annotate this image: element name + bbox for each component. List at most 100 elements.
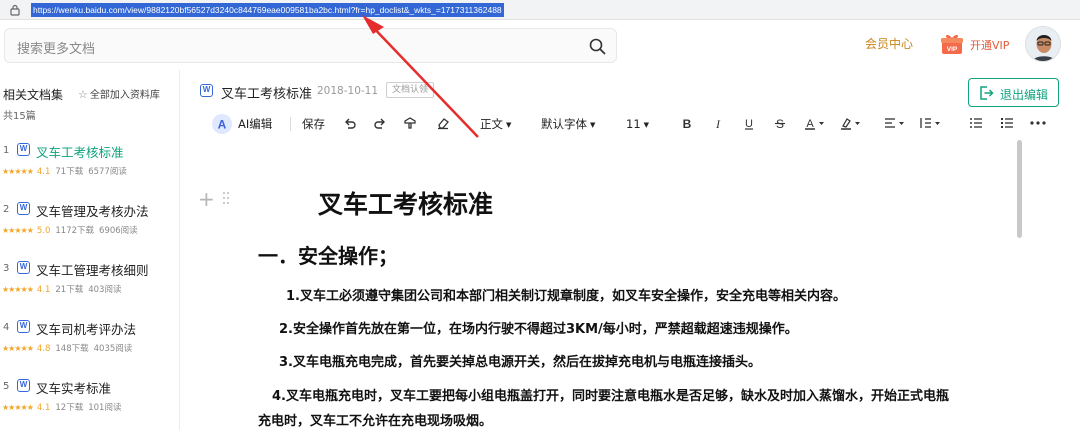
indent-icon[interactable]	[920, 110, 942, 138]
content-paragraph-4a[interactable]: 4.叉车电瓶充电时，叉车工要把每小组电瓶盖打开，同时要注意电瓶水是否足够，缺水及…	[272, 385, 949, 404]
rating-value: 4.8	[36, 344, 51, 354]
paragraph-style-value: 正文	[480, 117, 503, 131]
add-all-label: 全部加入资料库	[89, 90, 160, 101]
item-title[interactable]: 叉车工管理考核细则	[36, 260, 149, 279]
download-count: 148下载	[55, 344, 89, 354]
item-number: 3	[3, 263, 10, 274]
word-doc-icon: W	[17, 261, 30, 274]
word-doc-icon: W	[200, 84, 213, 97]
font-size-value: 11	[626, 117, 641, 131]
rating-stars-icon: ★★★★★	[2, 285, 34, 294]
item-title[interactable]: 叉车实考标准	[36, 378, 111, 397]
editor-toolbar: A AI编辑 保存 正文 ▼ 默认字体 ▼ 11 ▼ B I U S A	[180, 110, 1060, 138]
item-title[interactable]: 叉车司机考评办法	[36, 319, 136, 338]
underline-icon[interactable]: U	[742, 110, 756, 138]
svg-text:B: B	[683, 117, 692, 130]
align-icon[interactable]	[884, 110, 906, 138]
svg-text:I: I	[715, 117, 721, 130]
chevron-down-icon: ▼	[506, 120, 512, 129]
item-title[interactable]: 叉车管理及考核办法	[36, 201, 149, 220]
more-options-icon[interactable]	[1030, 110, 1046, 138]
claim-doc-tag[interactable]: 文档认领	[386, 82, 435, 98]
rating-stars-icon: ★★★★★	[2, 167, 34, 176]
search-icon[interactable]	[589, 38, 606, 55]
exit-edit-label: 退出编辑	[1000, 88, 1049, 102]
vip-center-link[interactable]: 会员中心	[865, 35, 913, 52]
editor-scrollbar[interactable]	[1017, 140, 1022, 238]
search-input[interactable]: 搜索更多文档	[17, 38, 95, 57]
font-color-icon[interactable]: A	[804, 110, 826, 138]
sidebar-item-2[interactable]: 2 W 叉车管理及考核办法 ★★★★★ 5.0 1172下载 6906阅读	[0, 201, 178, 251]
redo-icon[interactable]	[373, 110, 387, 138]
drag-handle-icon[interactable]	[222, 191, 230, 205]
item-meta: ★★★★★ 4.8 148下载 4035阅读	[2, 342, 132, 354]
rating-stars-icon: ★★★★★	[2, 344, 34, 353]
paragraph-style-select[interactable]: 正文 ▼	[480, 110, 511, 138]
undo-icon[interactable]	[343, 110, 357, 138]
download-count: 12下载	[55, 403, 84, 413]
open-vip-label: 开通VIP	[970, 39, 1010, 52]
word-doc-icon: W	[17, 320, 30, 333]
avatar[interactable]	[1025, 26, 1061, 62]
item-meta: ★★★★★ 4.1 12下载 101阅读	[2, 401, 121, 413]
italic-icon[interactable]: I	[711, 110, 725, 138]
svg-text:VIP: VIP	[947, 46, 958, 53]
url-text[interactable]: https://wenku.baidu.com/view/9882120bf56…	[31, 3, 504, 17]
rating-stars-icon: ★★★★★	[2, 226, 34, 235]
sidebar-item-5[interactable]: 5 W 叉车实考标准 ★★★★★ 4.1 12下载 101阅读	[0, 378, 178, 428]
clear-format-icon[interactable]	[436, 110, 450, 138]
chevron-down-icon: ▼	[590, 120, 596, 129]
rating-value: 5.0	[36, 226, 51, 236]
content-paragraph-3[interactable]: 3.叉车电瓶充电完成，首先要关掉总电源开关，然后在拔掉充电机与电瓶连接插头。	[279, 351, 761, 370]
rating-value: 4.1	[36, 167, 51, 177]
save-button[interactable]: 保存	[302, 110, 325, 138]
ordered-list-icon[interactable]	[969, 110, 983, 138]
read-count: 403阅读	[88, 285, 122, 295]
highlight-color-icon[interactable]	[840, 110, 862, 138]
sidebar-title: 相关文档集	[3, 88, 64, 102]
item-number: 5	[3, 381, 10, 392]
document-header: W 叉车工考核标准 2018-10-11 文档认领	[180, 70, 1080, 110]
document-title: 叉车工考核标准	[221, 87, 313, 102]
read-count: 6577阅读	[88, 167, 127, 177]
address-bar[interactable]: https://wenku.baidu.com/view/9882120bf56…	[0, 0, 1080, 20]
ai-edit-button[interactable]: AI编辑	[238, 110, 272, 138]
rating-value: 4.1	[36, 403, 51, 413]
top-header: 搜索更多文档 会员中心 VIP 开通VIP	[0, 20, 1080, 70]
toolbar-divider	[290, 117, 291, 131]
item-number: 4	[3, 322, 10, 333]
vip-gift-icon: VIP	[941, 34, 963, 54]
avatar-face-icon	[1026, 27, 1060, 61]
content-paragraph-4b[interactable]: 充电时，叉车工不允许在充电现场吸烟。	[258, 410, 492, 429]
exit-edit-button[interactable]: 退出编辑	[968, 78, 1059, 107]
sidebar-item-1[interactable]: 1 W 叉车工考核标准 ★★★★★ 4.1 71下载 6577阅读	[0, 142, 178, 192]
font-size-select[interactable]: 11 ▼	[626, 110, 649, 138]
font-family-select[interactable]: 默认字体 ▼	[541, 110, 595, 138]
format-painter-icon[interactable]	[403, 110, 417, 138]
content-heading[interactable]: 叉车工考核标准	[318, 185, 493, 221]
content-paragraph-2[interactable]: 2.安全操作首先放在第一位，在场内行驶不得超过3KM/每小时，严禁超载超速违规操…	[279, 318, 798, 337]
content-paragraph-1[interactable]: 1.叉车工必须遵守集团公司和本部门相关制订规章制度，如叉车安全操作，安全充电等相…	[286, 285, 846, 304]
rating-value: 4.1	[36, 285, 51, 295]
word-doc-icon: W	[17, 143, 30, 156]
bold-icon[interactable]: B	[680, 110, 694, 138]
doc-count: 共15篇	[3, 111, 36, 122]
sidebar-item-3[interactable]: 3 W 叉车工管理考核细则 ★★★★★ 4.1 21下载 403阅读	[0, 260, 178, 310]
item-meta: ★★★★★ 4.1 71下载 6577阅读	[2, 165, 127, 177]
item-number: 1	[3, 145, 10, 156]
svg-text:A: A	[218, 118, 227, 132]
content-section-heading[interactable]: 一．安全操作；	[258, 240, 398, 269]
search-box[interactable]: 搜索更多文档	[4, 28, 617, 63]
rating-stars-icon: ★★★★★	[2, 403, 34, 412]
ai-edit-icon[interactable]: A	[212, 114, 232, 134]
sidebar-item-4[interactable]: 4 W 叉车司机考评办法 ★★★★★ 4.8 148下载 4035阅读	[0, 319, 178, 369]
document-date: 2018-10-11	[317, 85, 379, 97]
item-title[interactable]: 叉车工考核标准	[36, 142, 124, 161]
add-block-icon[interactable]: +	[198, 187, 215, 211]
item-meta: ★★★★★ 4.1 21下载 403阅读	[2, 283, 121, 295]
item-number: 2	[3, 204, 10, 215]
bullet-list-icon[interactable]	[1000, 110, 1014, 138]
related-docs-sidebar: 相关文档集 ☆ 全部加入资料库 共15篇 1 W 叉车工考核标准 ★★★★★ 4.1…	[0, 70, 180, 430]
add-all-button[interactable]: ☆ 全部加入资料库	[78, 86, 160, 101]
strikethrough-icon[interactable]: S	[773, 110, 787, 138]
